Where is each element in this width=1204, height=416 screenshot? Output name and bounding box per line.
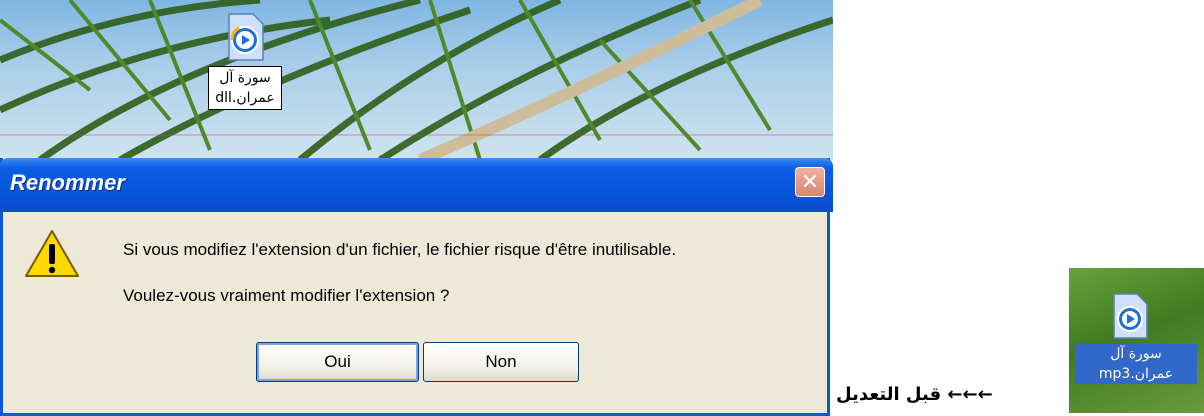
dialog-titlebar[interactable]: Renommer ✕ bbox=[0, 158, 833, 212]
warning-icon bbox=[25, 230, 79, 277]
dialog-message-line2: Voulez-vous vraiment modifier l'extensio… bbox=[123, 286, 450, 305]
close-button[interactable]: ✕ bbox=[795, 167, 825, 197]
rename-dialog: Renommer ✕ Si vous modifiez l'extension … bbox=[0, 158, 833, 416]
dialog-message-line1: Si vous modifiez l'extension d'un fichie… bbox=[123, 240, 677, 259]
file-name-edit-box[interactable]: سورة آل عمران.dll bbox=[208, 66, 282, 110]
media-file-icon bbox=[223, 12, 267, 62]
media-file-icon bbox=[1109, 292, 1151, 340]
before-edit-thumbnail: سورة آل عمران.mp3 bbox=[1069, 268, 1204, 413]
before-edit-caption: قبل التعديل ←←← bbox=[836, 384, 993, 405]
thumbnail-file-label: سورة آل عمران.mp3 bbox=[1075, 344, 1197, 384]
no-button-label: Non bbox=[485, 352, 517, 371]
close-icon: ✕ bbox=[800, 169, 820, 195]
yes-button[interactable]: Oui bbox=[256, 342, 419, 382]
palm-tree-wallpaper bbox=[0, 0, 833, 160]
yes-button-label: Oui bbox=[324, 352, 351, 371]
desktop-file-item[interactable]: سورة آل عمران.dll bbox=[205, 12, 285, 110]
no-button[interactable]: Non bbox=[423, 342, 579, 382]
desktop-background: سورة آل عمران.dll bbox=[0, 0, 833, 160]
dialog-title: Renommer bbox=[10, 170, 125, 195]
